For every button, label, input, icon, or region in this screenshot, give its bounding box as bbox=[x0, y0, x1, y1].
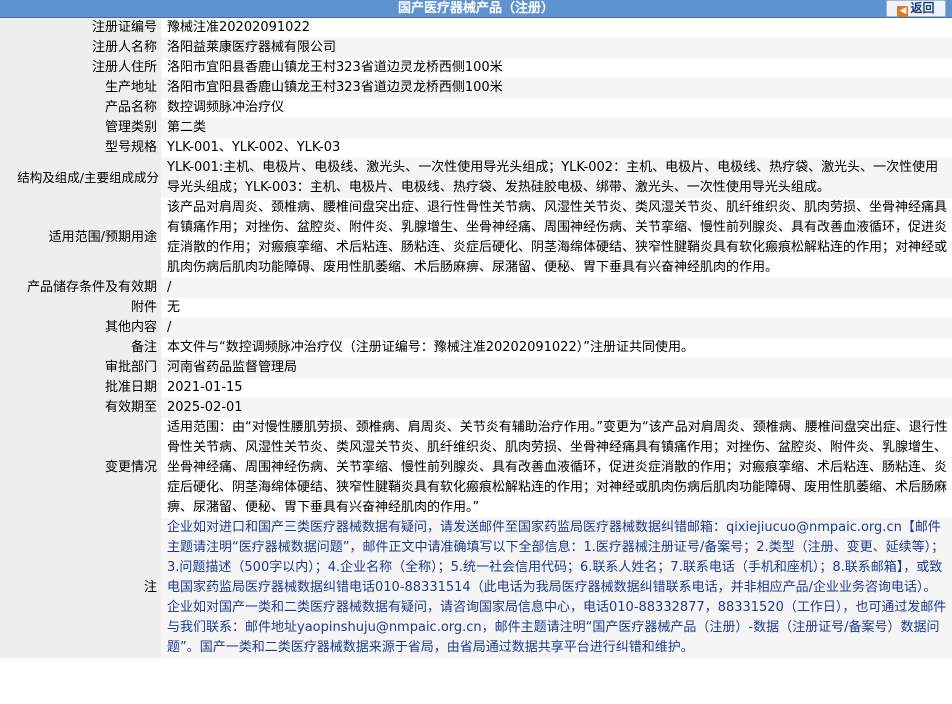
field-value: YLK-001:主机、电极片、电极线、激光头、一次性使用导光头组成；YLK-00… bbox=[161, 158, 952, 198]
field-value: 洛阳市宜阳县香鹿山镇龙王村323省道边灵龙桥西侧100米 bbox=[161, 58, 952, 78]
table-row: 备注 本文件与“数控调频脉冲治疗仪（注册证编号：豫械注准20202091022）”… bbox=[0, 338, 952, 358]
field-value: 本文件与“数控调频脉冲治疗仪（注册证编号：豫械注准20202091022）”注册… bbox=[161, 338, 952, 358]
field-value: 河南省药品监督管理局 bbox=[161, 358, 952, 378]
table-row: 注册证编号 豫械注准20202091022 bbox=[0, 18, 952, 38]
field-value: 第二类 bbox=[161, 118, 952, 138]
field-value: / bbox=[161, 318, 952, 338]
field-label: 注册人名称 bbox=[0, 38, 161, 58]
field-label: 变更情况 bbox=[0, 418, 161, 518]
page-title: 国产医疗器械产品（注册） bbox=[397, 1, 554, 16]
table-row: 其他内容 / bbox=[0, 318, 952, 338]
field-label: 产品名称 bbox=[0, 98, 161, 118]
table-row: 注册人住所 洛阳市宜阳县香鹿山镇龙王村323省道边灵龙桥西侧100米 bbox=[0, 58, 952, 78]
field-value: 该产品对肩周炎、颈椎病、腰椎间盘突出症、退行性骨性关节病、风湿性关节炎、类风湿关… bbox=[161, 198, 952, 278]
field-label: 型号规格 bbox=[0, 138, 161, 158]
notice-text: 企业如对进口和国产三类医疗器械数据有疑问，请发送邮件至国家药监局医疗器械数据纠错… bbox=[161, 518, 952, 658]
table-row: 审批部门 河南省药品监督管理局 bbox=[0, 358, 952, 378]
field-value: 无 bbox=[161, 298, 952, 318]
field-value: / bbox=[161, 278, 952, 298]
table-row: 注册人名称 洛阳益莱康医疗器械有限公司 bbox=[0, 38, 952, 58]
back-button[interactable]: ◀ 返回 bbox=[886, 0, 946, 17]
back-button-label: 返回 bbox=[910, 1, 935, 15]
table-row: 批准日期 2021-01-15 bbox=[0, 378, 952, 398]
field-label: 注册证编号 bbox=[0, 18, 161, 38]
table-row: 型号规格 YLK-001、YLK-002、YLK-03 bbox=[0, 138, 952, 158]
field-label: 审批部门 bbox=[0, 358, 161, 378]
table-row: 注企业如对进口和国产三类医疗器械数据有疑问，请发送邮件至国家药监局医疗器械数据纠… bbox=[0, 518, 952, 658]
field-value: 2021-01-15 bbox=[161, 378, 952, 398]
table-row: 有效期至 2025-02-01 bbox=[0, 398, 952, 418]
detail-table: 注册证编号 豫械注准20202091022 注册人名称 洛阳益莱康医疗器械有限公司 … bbox=[0, 18, 952, 658]
field-value: 豫械注准20202091022 bbox=[161, 18, 952, 38]
table-row: 附件无 bbox=[0, 298, 952, 318]
table-row: 产品名称 数控调频脉冲治疗仪 bbox=[0, 98, 952, 118]
field-label: 备注 bbox=[0, 338, 161, 358]
field-value: 2025-02-01 bbox=[161, 398, 952, 418]
table-row: 产品储存条件及有效期 / bbox=[0, 278, 952, 298]
field-label: 附件 bbox=[0, 298, 161, 318]
table-row: 结构及组成/主要组成成分 YLK-001:主机、电极片、电极线、激光头、一次性使用… bbox=[0, 158, 952, 198]
field-value: 洛阳市宜阳县香鹿山镇龙王村323省道边灵龙桥西侧100米 bbox=[161, 78, 952, 98]
field-label: 适用范围/预期用途 bbox=[0, 198, 161, 278]
field-value: YLK-001、YLK-002、YLK-03 bbox=[161, 138, 952, 158]
field-label: 生产地址 bbox=[0, 78, 161, 98]
field-value: 适用范围：由“对慢性腰肌劳损、颈椎病、肩周炎、关节炎有辅助治疗作用。”变更为“该… bbox=[161, 418, 952, 518]
back-arrow-icon: ◀ bbox=[897, 6, 909, 17]
field-label: 有效期至 bbox=[0, 398, 161, 418]
field-value: 洛阳益莱康医疗器械有限公司 bbox=[161, 38, 952, 58]
field-label: 管理类别 bbox=[0, 118, 161, 138]
table-row: 变更情况 适用范围：由“对慢性腰肌劳损、颈椎病、肩周炎、关节炎有辅助治疗作用。”变… bbox=[0, 418, 952, 518]
field-label: 注册人住所 bbox=[0, 58, 161, 78]
table-row: 生产地址 洛阳市宜阳县香鹿山镇龙王村323省道边灵龙桥西侧100米 bbox=[0, 78, 952, 98]
field-label: 产品储存条件及有效期 bbox=[0, 278, 161, 298]
field-label: 批准日期 bbox=[0, 378, 161, 398]
field-label: 结构及组成/主要组成成分 bbox=[0, 158, 161, 198]
field-label: 注 bbox=[0, 518, 161, 658]
table-row: 管理类别 第二类 bbox=[0, 118, 952, 138]
table-row: 适用范围/预期用途 该产品对肩周炎、颈椎病、腰椎间盘突出症、退行性骨性关节病、风湿… bbox=[0, 198, 952, 278]
field-value: 数控调频脉冲治疗仪 bbox=[161, 98, 952, 118]
title-bar: 国产医疗器械产品（注册） ◀ 返回 bbox=[0, 0, 952, 18]
field-label: 其他内容 bbox=[0, 318, 161, 338]
